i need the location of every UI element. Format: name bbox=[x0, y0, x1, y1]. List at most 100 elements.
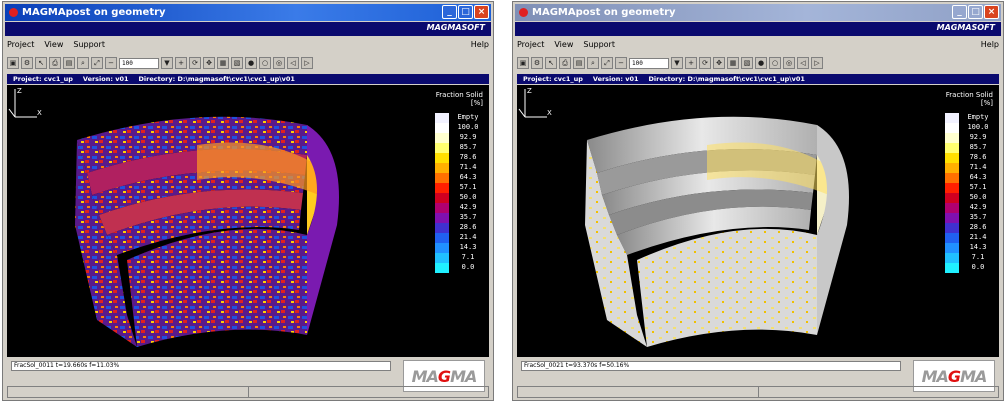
legend-swatch bbox=[435, 113, 449, 123]
legend-label: 78.6 bbox=[969, 153, 987, 161]
legend-label: 14.3 bbox=[459, 243, 477, 251]
zoom-in-icon[interactable]: + bbox=[685, 57, 697, 69]
legend-swatch bbox=[945, 263, 959, 273]
version-label: Version: v01 bbox=[82, 75, 129, 83]
pointer-icon[interactable]: ↖ bbox=[35, 57, 47, 69]
legend-swatch bbox=[435, 173, 449, 183]
maximize-icon[interactable]: □ bbox=[458, 5, 473, 19]
zoom-fit-icon[interactable]: ⤢ bbox=[601, 57, 613, 69]
zoom-in-icon[interactable]: + bbox=[175, 57, 187, 69]
legend-label: 64.3 bbox=[459, 173, 477, 181]
legend-swatch bbox=[435, 133, 449, 143]
close-icon[interactable]: × bbox=[984, 5, 999, 19]
grid-icon[interactable]: ▦ bbox=[727, 57, 739, 69]
zoom-icon[interactable]: ⌕ bbox=[587, 57, 599, 69]
legend-swatch bbox=[945, 123, 959, 133]
menu-project[interactable]: Project bbox=[517, 40, 544, 52]
print-icon[interactable]: ⎙ bbox=[49, 57, 61, 69]
cut-icon[interactable]: ▧ bbox=[741, 57, 753, 69]
circle-icon[interactable]: ○ bbox=[259, 57, 271, 69]
menu-help[interactable]: Help bbox=[471, 40, 489, 52]
zoom-input[interactable]: 100 bbox=[119, 57, 159, 69]
legend-title: Fraction Solid bbox=[945, 91, 993, 99]
zoom-input[interactable]: 100 bbox=[629, 57, 669, 69]
3d-viewport[interactable]: Fraction Solid [%] Empty 100.0 92.9 85.7 78.… bbox=[517, 85, 999, 357]
dropdown-arrow-icon[interactable]: ▼ bbox=[671, 57, 683, 69]
open-icon[interactable]: ▣ bbox=[517, 57, 529, 69]
cut-icon[interactable]: ▧ bbox=[231, 57, 243, 69]
logo-text-mid: G bbox=[947, 366, 961, 386]
zoom-icon[interactable]: ⌕ bbox=[77, 57, 89, 69]
zoom-out-icon[interactable]: − bbox=[615, 57, 627, 69]
step-forward-icon[interactable]: ▷ bbox=[301, 57, 313, 69]
magmapost-window-left: MAGMApost on geometry _ □ × MAGMASOFT Pr… bbox=[2, 1, 494, 401]
open-icon[interactable]: ▣ bbox=[7, 57, 19, 69]
directory-label: Directory: D:\magmasoft\cvc1\cvc1_up\v01 bbox=[138, 75, 295, 83]
title-bar[interactable]: MAGMApost on geometry _ □ × bbox=[515, 4, 1001, 21]
menu-support[interactable]: Support bbox=[583, 40, 615, 52]
legend-swatch bbox=[435, 123, 449, 133]
dropdown-arrow-icon[interactable]: ▼ bbox=[161, 57, 173, 69]
legend-label: 64.3 bbox=[969, 173, 987, 181]
zoom-out-icon[interactable]: − bbox=[105, 57, 117, 69]
axis-x-label: X bbox=[547, 109, 552, 117]
app-icon bbox=[9, 8, 18, 17]
axis-x-label: X bbox=[37, 109, 42, 117]
legend-swatch bbox=[435, 163, 449, 173]
legend-label: 85.7 bbox=[969, 143, 987, 151]
brand-label: MAGMASOFT bbox=[426, 23, 485, 32]
magmapost-window-right: MAGMApost on geometry _ □ × MAGMASOFT Pr… bbox=[512, 1, 1004, 401]
legend-label: 35.7 bbox=[459, 213, 477, 221]
print-icon[interactable]: ⎙ bbox=[559, 57, 571, 69]
legend-label: 35.7 bbox=[969, 213, 987, 221]
settings-icon[interactable]: ⚙ bbox=[531, 57, 543, 69]
menu-view[interactable]: View bbox=[554, 40, 573, 52]
circle-icon[interactable]: ○ bbox=[769, 57, 781, 69]
minimize-icon[interactable]: _ bbox=[442, 5, 457, 19]
fraction-solid-legend: Fraction Solid [%] Empty 100.0 92.9 85.7 78.… bbox=[415, 91, 483, 273]
menu-support[interactable]: Support bbox=[73, 40, 105, 52]
rotate-icon[interactable]: ⟳ bbox=[699, 57, 711, 69]
pan-icon[interactable]: ✥ bbox=[203, 57, 215, 69]
legend-swatch bbox=[435, 183, 449, 193]
legend-swatch bbox=[945, 133, 959, 143]
pan-icon[interactable]: ✥ bbox=[713, 57, 725, 69]
image-icon[interactable]: ▤ bbox=[573, 57, 585, 69]
legend-label: 0.0 bbox=[461, 263, 475, 271]
target-icon[interactable]: ◎ bbox=[783, 57, 795, 69]
legend-swatch bbox=[945, 233, 959, 243]
logo-text-right: MA bbox=[450, 366, 477, 386]
step-forward-icon[interactable]: ▷ bbox=[811, 57, 823, 69]
legend-swatch bbox=[945, 173, 959, 183]
minimize-icon[interactable]: _ bbox=[952, 5, 967, 19]
title-bar[interactable]: MAGMApost on geometry _ □ × bbox=[5, 4, 491, 21]
legend-label: 50.0 bbox=[459, 193, 477, 201]
rotate-icon[interactable]: ⟳ bbox=[189, 57, 201, 69]
legend-swatch bbox=[945, 153, 959, 163]
legend-label: 21.4 bbox=[459, 233, 477, 241]
axis-triad: Z X bbox=[518, 87, 552, 118]
grid-icon[interactable]: ▦ bbox=[217, 57, 229, 69]
step-back-icon[interactable]: ◁ bbox=[797, 57, 809, 69]
menu-help[interactable]: Help bbox=[981, 40, 999, 52]
legend-color-bar bbox=[945, 113, 959, 273]
close-icon[interactable]: × bbox=[474, 5, 489, 19]
legend-label: 100.0 bbox=[967, 123, 989, 131]
target-icon[interactable]: ◎ bbox=[273, 57, 285, 69]
3d-viewport[interactable]: Fraction Solid [%] Empty 100.0 92.9 85.7 78.… bbox=[7, 85, 489, 357]
legend-labels: Empty 100.0 92.9 85.7 78.6 71.4 64.3 57.1 50.0 42… bbox=[453, 113, 483, 273]
maximize-icon[interactable]: □ bbox=[968, 5, 983, 19]
pointer-icon[interactable]: ↖ bbox=[545, 57, 557, 69]
legend-label: 85.7 bbox=[459, 143, 477, 151]
menu-project[interactable]: Project bbox=[7, 40, 34, 52]
menu-bar: Project View Support Help bbox=[517, 40, 999, 52]
settings-icon[interactable]: ⚙ bbox=[21, 57, 33, 69]
step-back-icon[interactable]: ◁ bbox=[287, 57, 299, 69]
record-icon[interactable]: ● bbox=[245, 57, 257, 69]
record-icon[interactable]: ● bbox=[755, 57, 767, 69]
legend-label: 57.1 bbox=[969, 183, 987, 191]
menu-view[interactable]: View bbox=[44, 40, 63, 52]
legend-swatch bbox=[945, 143, 959, 153]
zoom-fit-icon[interactable]: ⤢ bbox=[91, 57, 103, 69]
image-icon[interactable]: ▤ bbox=[63, 57, 75, 69]
